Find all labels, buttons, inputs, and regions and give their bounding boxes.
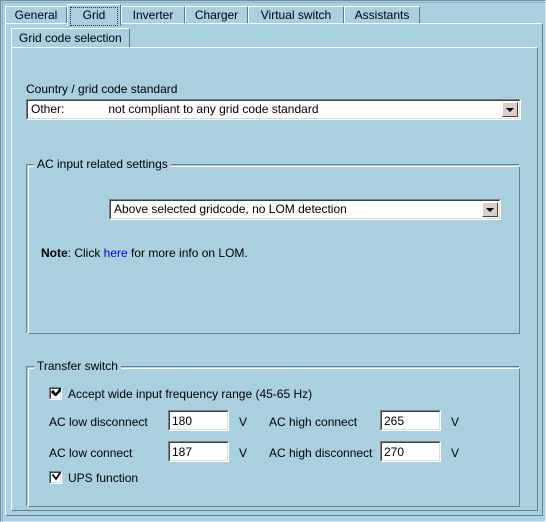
textbox-inner-bevel (381, 442, 440, 461)
ac-input-group-title: AC input related settings (34, 158, 171, 171)
tab-charger[interactable]: Charger (185, 6, 248, 24)
tab-virtual-switch[interactable]: Virtual switch (248, 6, 344, 24)
textbox-inner-bevel (169, 442, 228, 461)
note-colon-text: : Click (67, 246, 104, 260)
country-combo-value-prefix: Other: (31, 102, 65, 116)
ac-high-disconnect-unit: V (451, 446, 460, 460)
main-tabstrip: General Grid Inverter Charger Virtual sw… (5, 4, 543, 26)
lom-info-link[interactable]: here (104, 246, 128, 260)
tab-assistants[interactable]: Assistants (344, 6, 420, 24)
transfer-switch-group-title: Transfer switch (34, 360, 121, 373)
ac-high-connect-label: AC high connect (269, 415, 358, 429)
grid-subtabstrip: Grid code selection (11, 28, 538, 48)
lom-note-line: Note: Click here for more info on LOM. (41, 246, 248, 260)
ac-input-related-settings-group: AC input related settings Above selected… (26, 158, 520, 334)
combo-inner-bevel: Above selected gridcode, no LOM detectio… (110, 200, 500, 219)
country-grid-code-label: Country / grid code standard (26, 82, 178, 96)
ac-low-disconnect-input[interactable] (172, 412, 225, 429)
tab-virtual-switch-label: Virtual switch (260, 8, 332, 22)
ac-low-connect-label: AC low connect (49, 446, 133, 460)
tab-general-label: General (14, 8, 58, 22)
tab-grid[interactable]: Grid (67, 4, 121, 26)
lom-detection-combo[interactable]: Above selected gridcode, no LOM detectio… (109, 199, 501, 220)
subtab-grid-code-selection-label: Grid code selection (19, 31, 122, 45)
note-suffix-text: for more info on LOM. (127, 246, 248, 260)
tab-inverter-label: Inverter (132, 8, 174, 22)
ac-low-disconnect-label: AC low disconnect (49, 415, 148, 429)
ac-high-connect-field[interactable] (380, 410, 441, 431)
tab-grid-label: Grid (82, 8, 106, 22)
chevron-down-icon (486, 208, 494, 212)
ac-high-connect-input[interactable] (384, 412, 437, 429)
ac-low-disconnect-field[interactable] (168, 410, 229, 431)
ups-function-label: UPS function (68, 471, 139, 485)
ac-high-disconnect-input[interactable] (384, 443, 437, 460)
country-grid-code-combo[interactable]: Other: not compliant to any grid code sta… (26, 99, 521, 120)
tab-inverter[interactable]: Inverter (121, 6, 185, 24)
subtab-grid-code-selection[interactable]: Grid code selection (11, 28, 130, 48)
grid-code-selection-page: Country / grid code standard Other: not c… (11, 47, 538, 511)
textbox-inner-bevel (169, 411, 228, 430)
tab-assistants-label: Assistants (354, 8, 410, 22)
ac-high-connect-unit: V (451, 415, 460, 429)
ac-high-disconnect-label: AC high disconnect (269, 446, 373, 460)
transfer-switch-group: Transfer switch Accept wide input freque… (26, 360, 520, 507)
note-bold-prefix: Note (41, 246, 68, 260)
chevron-down-icon (506, 108, 514, 112)
grid-tab-panel: Grid code selection Country / grid code … (5, 23, 543, 516)
ac-high-disconnect-field[interactable] (380, 441, 441, 462)
ac-low-connect-unit: V (239, 446, 248, 460)
combo-inner-bevel: Other: not compliant to any grid code sta… (27, 100, 520, 119)
window-frame: General Grid Inverter Charger Virtual sw… (0, 0, 546, 522)
ac-low-connect-field[interactable] (168, 441, 229, 462)
tab-general[interactable]: General (5, 6, 67, 24)
ac-low-connect-input[interactable] (172, 443, 225, 460)
textbox-inner-bevel (381, 411, 440, 430)
lom-combo-dropdown-button[interactable] (482, 202, 498, 217)
country-grid-code-combo-text: Other: not compliant to any grid code sta… (31, 102, 499, 117)
lom-detection-combo-text: Above selected gridcode, no LOM detectio… (114, 202, 347, 216)
accept-wide-frequency-label: Accept wide input frequency range (45-65… (68, 387, 313, 401)
country-combo-value-description: not compliant to any grid code standard (108, 102, 319, 116)
tab-charger-label: Charger (194, 8, 239, 22)
ac-low-disconnect-unit: V (239, 415, 248, 429)
country-combo-dropdown-button[interactable] (502, 102, 518, 117)
check-icon (51, 470, 62, 483)
check-icon (51, 386, 62, 399)
